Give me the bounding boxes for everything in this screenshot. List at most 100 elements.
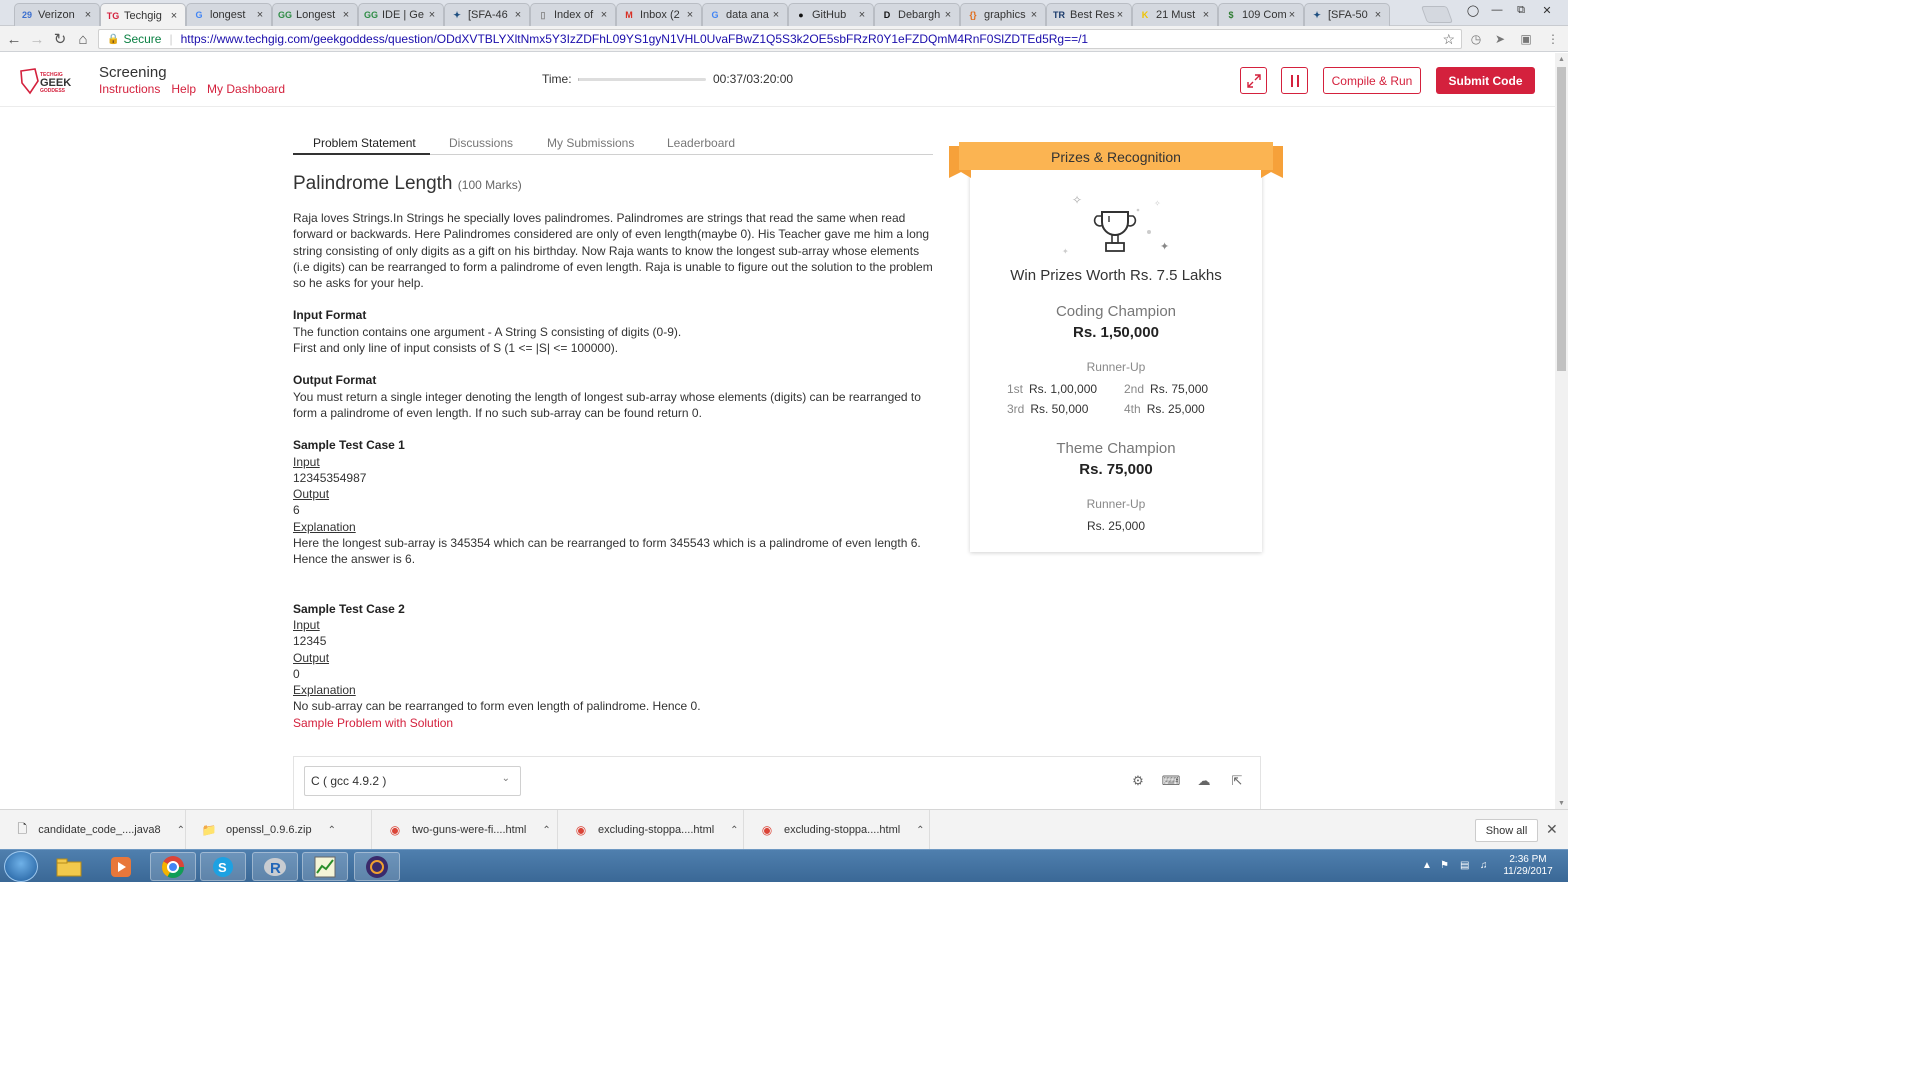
- chrome-icon[interactable]: [150, 852, 196, 881]
- tab-problem-statement[interactable]: Problem Statement: [313, 136, 416, 150]
- chart-app-icon[interactable]: [302, 852, 348, 881]
- close-tab-icon[interactable]: ×: [1373, 9, 1383, 21]
- close-tab-icon[interactable]: ×: [771, 9, 781, 21]
- runner-4th-amount: Rs. 25,000: [1146, 402, 1205, 416]
- close-tab-icon[interactable]: ×: [599, 9, 609, 21]
- scroll-up-arrow-icon[interactable]: ▲: [1555, 53, 1568, 65]
- new-tab-button[interactable]: [1420, 6, 1454, 23]
- network-icon[interactable]: ▤: [1460, 860, 1469, 871]
- minimize-button[interactable]: —: [1486, 0, 1508, 20]
- url-field[interactable]: 🔒 Secure | https://www.techgig.com/geekg…: [98, 29, 1462, 49]
- download-item[interactable]: ◉ two-guns-were-fi....html ⌃: [372, 810, 558, 850]
- close-tab-icon[interactable]: ×: [857, 9, 867, 21]
- back-button[interactable]: ←: [5, 30, 23, 48]
- cloud-upload-icon[interactable]: ☁: [1196, 773, 1212, 789]
- tab-discussions[interactable]: Discussions: [449, 136, 513, 150]
- close-tab-icon[interactable]: ×: [427, 9, 437, 21]
- scroll-down-arrow-icon[interactable]: ▼: [1555, 797, 1568, 809]
- volume-icon[interactable]: ♫: [1480, 860, 1488, 871]
- download-item[interactable]: ◉ excluding-stoppa....html ⌃: [558, 810, 744, 850]
- close-download-bar-icon[interactable]: ✕: [1546, 821, 1558, 838]
- runner-2nd-rank: 2nd: [1124, 382, 1145, 396]
- browser-tab[interactable]: Gdata ana ×: [702, 3, 788, 26]
- java-ee-icon[interactable]: [354, 852, 400, 881]
- scrollbar-thumb[interactable]: [1557, 67, 1566, 371]
- sample1-output-label: Output: [293, 487, 330, 502]
- language-select[interactable]: C ( gcc 4.9.2 ) ⌄: [304, 766, 521, 796]
- help-link[interactable]: Help: [171, 82, 196, 96]
- browser-tab[interactable]: ✦ [SFA-50 ×: [1304, 3, 1390, 26]
- home-button[interactable]: ⌂: [74, 30, 92, 48]
- browser-tab[interactable]: {} graphics ×: [960, 3, 1046, 26]
- close-window-button[interactable]: ✕: [1536, 0, 1558, 20]
- browser-tab[interactable]: $109 Com ×: [1218, 3, 1304, 26]
- r-language-icon[interactable]: R: [252, 852, 298, 881]
- close-tab-icon[interactable]: ×: [169, 10, 179, 22]
- browser-tab[interactable]: GG IDE | Ge ×: [358, 3, 444, 26]
- menu-kebab-icon[interactable]: ⋮: [1545, 31, 1561, 47]
- clock-date: 11/29/2017: [1503, 866, 1553, 877]
- settings-gear-icon[interactable]: ⚙: [1130, 773, 1146, 789]
- close-tab-icon[interactable]: ×: [83, 9, 93, 21]
- taskbar-clock[interactable]: 2:36 PM 11/29/2017: [1500, 854, 1556, 878]
- download-item[interactable]: ◉ excluding-stoppa....html ⌃: [744, 810, 930, 850]
- instructions-link[interactable]: Instructions: [99, 82, 160, 96]
- download-item[interactable]: 🗋 candidate_code_....java8 ⌃: [0, 810, 186, 850]
- extension-arrow-icon[interactable]: ➤: [1492, 31, 1508, 47]
- bookmark-star-icon[interactable]: ☆: [1442, 31, 1455, 48]
- chevron-up-icon[interactable]: ⌃: [328, 825, 336, 836]
- browser-tab[interactable]: ● GitHub ×: [788, 3, 874, 26]
- explorer-icon[interactable]: [46, 852, 92, 881]
- forward-button[interactable]: →: [28, 30, 46, 48]
- sample-solution-link[interactable]: Sample Problem with Solution: [293, 715, 935, 731]
- action-center-icon[interactable]: ⚑: [1440, 860, 1449, 871]
- restore-button[interactable]: ⧉: [1510, 0, 1532, 20]
- close-tab-icon[interactable]: ×: [1029, 9, 1039, 21]
- close-tab-icon[interactable]: ×: [1115, 9, 1125, 21]
- keyboard-icon[interactable]: ⌨: [1162, 773, 1181, 789]
- browser-tab[interactable]: GG Longest ×: [272, 3, 358, 26]
- close-tab-icon[interactable]: ×: [1201, 9, 1211, 21]
- submit-code-button[interactable]: Submit Code: [1436, 67, 1535, 94]
- skype-icon[interactable]: S: [200, 852, 246, 881]
- chevron-up-icon[interactable]: ⌃: [177, 825, 185, 836]
- chevron-up-icon[interactable]: ⌃: [916, 825, 924, 836]
- browser-tab[interactable]: 29 Verizon ×: [14, 3, 100, 26]
- browser-tab[interactable]: M Inbox (2 ×: [616, 3, 702, 26]
- browser-tab[interactable]: ✦ [SFA-46 ×: [444, 3, 530, 26]
- show-all-downloads-button[interactable]: Show all: [1475, 819, 1538, 842]
- close-tab-icon[interactable]: ×: [685, 9, 695, 21]
- page-scrollbar[interactable]: ▲ ▼: [1555, 53, 1568, 809]
- tab-leaderboard[interactable]: Leaderboard: [667, 136, 735, 150]
- close-tab-icon[interactable]: ×: [341, 9, 351, 21]
- download-item[interactable]: 📁 openssl_0.9.6.zip ⌃: [186, 810, 372, 850]
- reload-button[interactable]: ↻: [51, 30, 69, 48]
- media-player-icon[interactable]: [98, 852, 144, 881]
- extension-box-icon[interactable]: ▣: [1518, 31, 1534, 47]
- profile-icon[interactable]: ◯: [1462, 0, 1484, 20]
- browser-tab[interactable]: TR Best Res ×: [1046, 3, 1132, 26]
- chevron-up-icon[interactable]: ⌃: [542, 825, 550, 836]
- page-icon: ▯: [540, 9, 546, 20]
- close-tab-icon[interactable]: ×: [513, 9, 523, 21]
- close-tab-icon[interactable]: ×: [1287, 9, 1297, 21]
- my-dashboard-link[interactable]: My Dashboard: [207, 82, 285, 96]
- browser-tab[interactable]: Glongest ×: [186, 3, 272, 26]
- pause-button[interactable]: [1281, 67, 1308, 94]
- tab-my-submissions[interactable]: My Submissions: [547, 136, 634, 150]
- start-button[interactable]: [4, 851, 38, 882]
- browser-tab[interactable]: ▯ Index of ×: [530, 3, 616, 26]
- browser-tab[interactable]: K 21 Must ×: [1132, 3, 1218, 26]
- close-tab-icon[interactable]: ×: [255, 9, 265, 21]
- coding-runner-up-label: Runner-Up: [1086, 360, 1146, 374]
- exit-editor-icon[interactable]: ⇱: [1229, 773, 1245, 789]
- browser-tab[interactable]: TG Techgig ×: [100, 3, 186, 27]
- browser-tab[interactable]: D Debargh ×: [874, 3, 960, 26]
- tray-arrow-icon[interactable]: ▲: [1422, 860, 1432, 871]
- chevron-up-icon[interactable]: ⌃: [730, 825, 738, 836]
- extension-clock-icon[interactable]: ◷: [1468, 31, 1484, 47]
- close-tab-icon[interactable]: ×: [943, 9, 953, 21]
- url-text: https://www.techgig.com/geekgoddess/ques…: [180, 32, 1089, 46]
- compile-run-button[interactable]: Compile & Run: [1323, 67, 1421, 94]
- fullscreen-button[interactable]: [1240, 67, 1267, 94]
